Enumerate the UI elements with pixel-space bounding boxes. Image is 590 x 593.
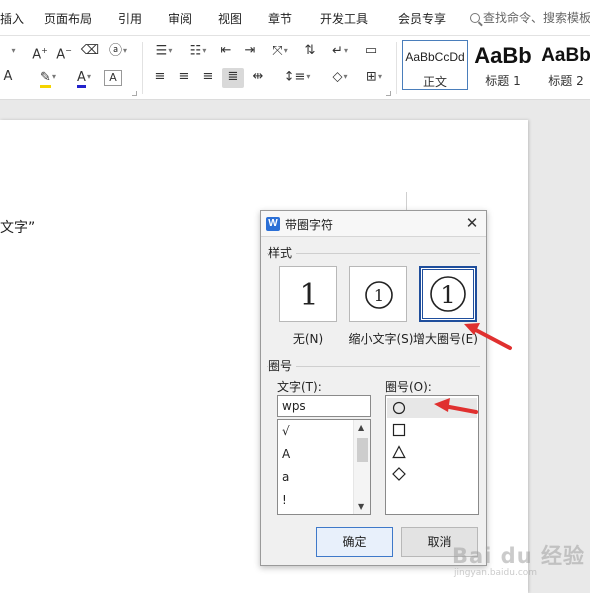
shrink-font-icon[interactable]: A− (54, 42, 74, 62)
text-field-label: 文字(T): (277, 380, 322, 394)
enclosure-group-label: 圈号 (268, 357, 297, 374)
menu-section[interactable]: 章节 (268, 10, 292, 27)
circle-icon (392, 401, 406, 415)
dialog-title-bar[interactable]: W 带圈字符 ✕ (261, 211, 486, 237)
style-heading-2[interactable]: AaBb 标题 2 (536, 40, 590, 90)
font-size-dropdown[interactable]: ▾ (2, 42, 24, 62)
decrease-indent-icon[interactable]: ⇤ (216, 42, 236, 62)
wps-app-icon: W (266, 217, 280, 231)
style-option-none-label: 无(N) (292, 332, 324, 346)
enclosure-diamond[interactable] (387, 464, 477, 484)
style-heading-1[interactable]: AaBb 标题 1 (470, 40, 536, 90)
watermark-main-text: Bai du 经验 (452, 544, 585, 568)
text-input[interactable] (277, 395, 371, 417)
style-option-none[interactable]: 1 (279, 266, 337, 322)
numbering-icon[interactable]: ☷▾ (184, 42, 212, 62)
paragraph-dialog-launcher[interactable] (386, 91, 391, 96)
increase-indent-icon[interactable]: ⇥ (240, 42, 260, 62)
style-enlarge-preview: 1 (430, 276, 466, 312)
style-sample: AaBb (541, 45, 590, 66)
highlight-icon[interactable]: ✎▾ (34, 68, 62, 88)
chinese-layout-icon[interactable]: ⤧▾ (266, 42, 294, 62)
bullets-icon[interactable]: ☰▾ (150, 42, 178, 62)
document-text[interactable]: 文字” (0, 217, 35, 237)
menu-insert[interactable]: 插入 (0, 10, 24, 27)
menu-bar: 插入 页面布局 引用 审阅 视图 章节 开发工具 会员专享 查找命令、搜索模板 (0, 0, 590, 36)
char-list-item[interactable]: a (282, 470, 289, 484)
borders-icon[interactable]: ⊞▾ (360, 68, 388, 88)
ruler-icon[interactable]: ▭ (360, 42, 382, 62)
char-list-item[interactable]: ! (282, 493, 287, 507)
dialog-title: 带圈字符 (285, 218, 334, 232)
text-effect-icon[interactable]: A (0, 68, 16, 88)
line-spacing-icon[interactable]: ↕≡▾ (282, 68, 312, 88)
char-list-scrollbar[interactable]: ▲ ▼ (353, 420, 370, 514)
style-group-label: 样式 (268, 244, 297, 261)
scroll-thumb[interactable] (357, 438, 368, 462)
clear-format-icon[interactable]: ⌫ (80, 42, 100, 62)
ok-button[interactable]: 确定 (316, 527, 393, 557)
style-sample: AaBb (474, 43, 532, 68)
menu-page-layout[interactable]: 页面布局 (44, 10, 92, 27)
justify-icon[interactable]: ≣ (222, 68, 244, 88)
style-name: 正文 (422, 75, 447, 89)
phonetic-guide-icon[interactable]: ⓐ▾ (104, 42, 132, 62)
enclosure-square[interactable] (387, 420, 477, 440)
grow-font-icon[interactable]: A+ (30, 42, 50, 62)
enclose-characters-dialog: W 带圈字符 ✕ 样式 1 无(N) 1 缩小文字(S) 1 增大圈号(E) 圈… (260, 210, 487, 566)
annotation-arrow-style (464, 323, 512, 350)
command-search[interactable]: 查找命令、搜索模板 (470, 9, 590, 27)
align-right-icon[interactable]: ≡ (198, 68, 218, 88)
align-left-icon[interactable]: ≡ (150, 68, 170, 88)
style-name: 标题 1 (485, 74, 521, 88)
char-list-item[interactable]: A (282, 447, 290, 461)
annotation-arrow-enclosure (434, 398, 478, 414)
sort-icon[interactable]: ⇅ (300, 42, 320, 62)
triangle-icon (392, 445, 406, 459)
menu-member-exclusive[interactable]: 会员专享 (398, 10, 446, 27)
style-shrink-preview: 1 (365, 281, 393, 309)
search-icon (470, 13, 480, 23)
style-name: 标题 2 (548, 74, 584, 88)
align-center-icon[interactable]: ≡ (174, 68, 194, 88)
style-none-preview: 1 (299, 278, 318, 313)
enclosure-field-label: 圈号(O): (385, 380, 432, 394)
enclosure-triangle[interactable] (387, 442, 477, 462)
baidu-jingyan-watermark: Bai du 经验 jingyan.baidu.com (444, 540, 584, 580)
distributed-icon[interactable]: ⇹ (248, 68, 268, 88)
svg-text:1: 1 (440, 281, 455, 309)
scroll-down-icon[interactable]: ▼ (358, 502, 364, 511)
menu-developer-tools[interactable]: 开发工具 (320, 10, 368, 27)
character-list[interactable]: √ A a ! ▲ ▼ (277, 419, 371, 515)
style-option-enlarge-symbol[interactable]: 1 (419, 266, 477, 322)
char-list-item[interactable]: √ (282, 424, 290, 438)
menu-references[interactable]: 引用 (118, 10, 142, 27)
ribbon-divider (142, 42, 143, 94)
watermark-sub-text: jingyan.baidu.com (454, 568, 538, 578)
svg-text:1: 1 (299, 278, 318, 313)
group-divider (267, 253, 480, 254)
menu-view[interactable]: 视图 (218, 10, 242, 27)
shading-icon[interactable]: ◇▾ (326, 68, 354, 88)
character-border-icon[interactable]: A (104, 70, 122, 86)
font-dialog-launcher[interactable] (132, 91, 137, 96)
diamond-icon (392, 467, 406, 481)
scroll-up-icon[interactable]: ▲ (358, 423, 364, 432)
font-color-icon[interactable]: A▾ (70, 68, 98, 88)
style-sample: AaBbCcDd (405, 50, 465, 64)
ribbon-divider (396, 42, 397, 94)
svg-text:1: 1 (374, 286, 384, 305)
close-button[interactable]: ✕ (464, 215, 480, 231)
style-option-shrink-label: 缩小文字(S) (348, 332, 414, 346)
group-divider (267, 366, 480, 367)
menu-review[interactable]: 审阅 (168, 10, 192, 27)
style-normal[interactable]: AaBbCcDd 正文 (402, 40, 468, 90)
search-placeholder: 查找命令、搜索模板 (483, 11, 590, 25)
ribbon-toolbar: ▾ A+ A− ⌫ ⓐ▾ ☰▾ ☷▾ ⇤ ⇥ ⤧▾ ⇅ ↵▾ ▭ A ✎▾ A▾… (0, 36, 590, 100)
show-hide-marks-icon[interactable]: ↵▾ (326, 42, 354, 62)
style-option-shrink-text[interactable]: 1 (349, 266, 407, 322)
square-icon (392, 423, 406, 437)
